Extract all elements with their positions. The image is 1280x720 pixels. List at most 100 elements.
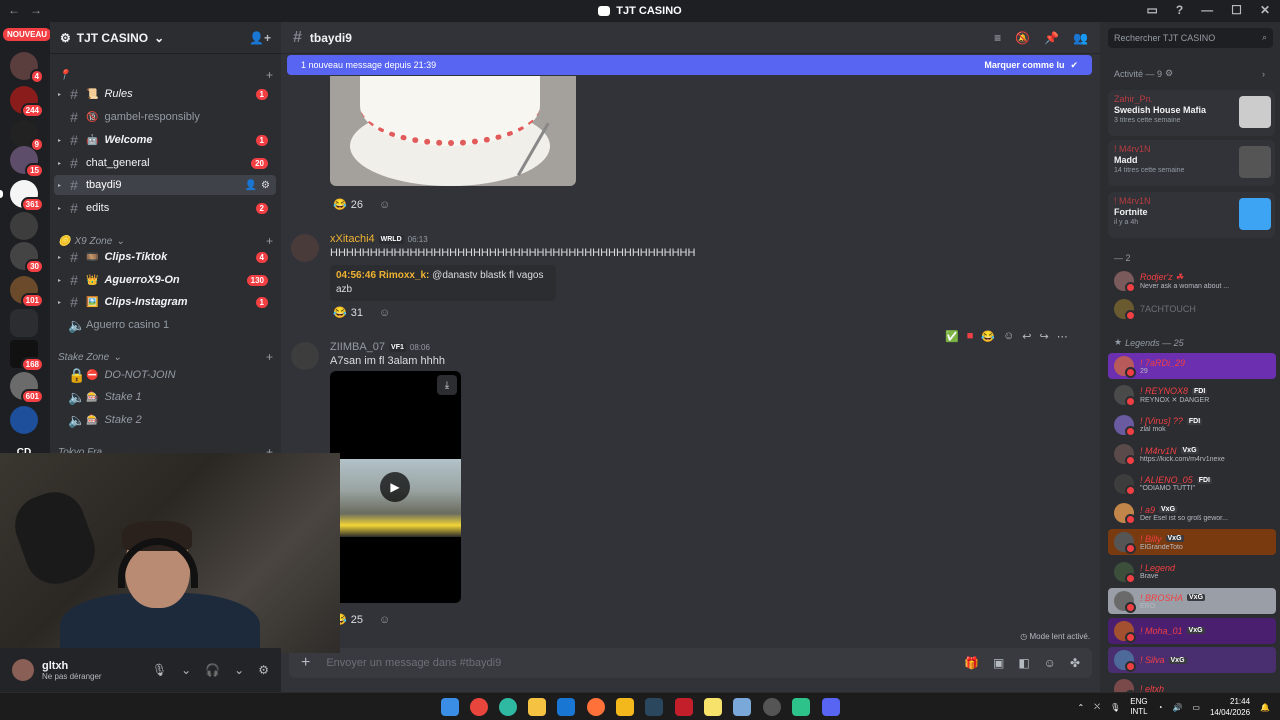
gear-icon[interactable]: ⚙ <box>258 663 269 677</box>
language-indicator[interactable]: ENG INTL <box>1130 697 1147 717</box>
channel-tbaydi9[interactable]: ▸ # tbaydi9 👤 ⚙ <box>54 175 276 195</box>
channel-clips-tiktok[interactable]: ▸ # 🎞️ Clips-Tiktok 4 <box>54 247 276 267</box>
member-list-icon[interactable]: 👥 <box>1073 31 1088 45</box>
member-item[interactable]: ! a9 VxG Der Esel ist so groß gewor... <box>1108 500 1276 526</box>
member-item[interactable]: ! Billy VxG ElGrandeToto <box>1108 529 1276 556</box>
server-icon[interactable]: 244 <box>10 86 44 118</box>
invite-icon[interactable]: 👤+ <box>249 31 271 45</box>
member-item[interactable]: ! BROSHA VxG ERO <box>1108 588 1276 615</box>
volume-icon[interactable]: 🔊 <box>1172 703 1182 712</box>
adobe-icon[interactable] <box>675 698 693 716</box>
member-item[interactable]: ! Silva VxG <box>1108 647 1276 673</box>
attach-icon[interactable]: + <box>301 654 310 672</box>
chevron-down-icon[interactable]: ⌄ <box>234 663 244 677</box>
add-channel-icon[interactable]: + <box>266 68 273 82</box>
add-reaction-icon[interactable]: ☺ <box>379 307 390 319</box>
mark-as-read-button[interactable]: Marquer comme lu <box>984 60 1064 70</box>
server-icon[interactable]: 168 <box>10 340 44 372</box>
chevron-down-icon[interactable]: ⌄ <box>181 663 191 677</box>
headphones-icon[interactable]: 🎧 <box>205 663 220 677</box>
server-icon[interactable]: 30 <box>10 242 44 274</box>
member-item[interactable]: ! ALIENO_05 FDI "ODIAMO TUTTI" <box>1108 471 1276 497</box>
category-stake-zone[interactable]: Stake Zone ⌄ + <box>58 350 273 364</box>
notes-icon[interactable] <box>616 698 634 716</box>
folder-icon[interactable] <box>10 309 38 337</box>
channel-clips-instagram[interactable]: ▸ # 🖼️ Clips-Instagram 1 <box>54 292 276 312</box>
gift-icon[interactable]: 🎁 <box>964 656 979 670</box>
channel-edits[interactable]: ▸ # edits 2 <box>54 198 276 218</box>
voice-channel-aguerro[interactable]: 🔈 Aguerro casino 1 <box>54 315 276 335</box>
reaction[interactable]: 😂 26 ☺ <box>333 198 390 212</box>
category-x9-zone[interactable]: 🪙 X9 Zone ⌄ + <box>58 234 273 248</box>
snipping-tool-icon[interactable] <box>733 698 751 716</box>
apps-icon[interactable]: ✤ <box>1070 656 1080 670</box>
gear-icon[interactable]: ⚙ <box>261 180 270 191</box>
member-item[interactable]: ! REYNOX8 FDI REYNOX ✕ DANGER <box>1108 382 1276 408</box>
play-icon[interactable]: ▶ <box>380 472 410 502</box>
avatar[interactable] <box>291 234 319 262</box>
gif-icon[interactable]: ▣ <box>993 656 1004 670</box>
gear-icon[interactable]: ⚙ <box>1165 68 1173 79</box>
channel-welcome[interactable]: ▸ # 🤖 Welcome 1 <box>54 130 276 150</box>
reaction[interactable]: 😂 31 ☺ <box>333 306 390 320</box>
steam-icon[interactable] <box>645 698 663 716</box>
mic-icon[interactable]: 🎙 <box>1110 703 1120 712</box>
history-nav[interactable]: ←→ <box>8 3 52 17</box>
message-actions[interactable]: ✅ ■ 😂 ☺ ↩ ↪ ⋯ <box>941 328 1072 345</box>
settings-icon[interactable] <box>763 698 781 716</box>
discord-icon[interactable] <box>822 698 840 716</box>
server-icon[interactable]: 9 <box>10 120 44 152</box>
activity-card[interactable]: ! M4rv1N Fortnite il y a 4h <box>1108 192 1275 238</box>
server-icon-active[interactable]: 361 <box>0 180 44 212</box>
threads-icon[interactable]: ≡ <box>994 31 1001 45</box>
attached-image[interactable] <box>330 76 576 186</box>
add-member-icon[interactable]: 👤 <box>245 180 257 191</box>
forward-icon[interactable]: ↪ <box>1040 330 1049 343</box>
channel-chat-general[interactable]: ▸ # chat_general 20 <box>54 153 276 173</box>
avatar[interactable] <box>291 342 319 370</box>
reply-icon[interactable]: ↩ <box>1022 330 1031 343</box>
mute-bell-icon[interactable]: 🔕 <box>1015 31 1030 45</box>
inbox-icon[interactable]: ▭ <box>1146 3 1157 17</box>
chevron-right-icon[interactable]: › <box>1262 69 1265 79</box>
laugh-icon[interactable]: 😂 <box>981 330 995 343</box>
add-channel-icon[interactable]: + <box>266 350 273 364</box>
server-icon[interactable] <box>10 212 38 240</box>
windows-start-icon[interactable] <box>441 698 459 716</box>
avatar[interactable] <box>12 659 34 681</box>
server-icon[interactable]: 101 <box>10 276 44 308</box>
download-icon[interactable]: ⤓ <box>437 375 457 395</box>
app-icon[interactable] <box>792 698 810 716</box>
emoji-icon[interactable]: ☺ <box>1044 656 1056 670</box>
search-input[interactable]: Rechercher TJT CASINO ⌕ <box>1108 28 1273 48</box>
member-item[interactable]: ! eltxh <box>1108 676 1276 692</box>
channel-aguerro[interactable]: ▸ # 👑 AguerroX9-On 130 <box>54 270 276 290</box>
pin-icon[interactable]: 📌 <box>1044 31 1059 45</box>
activity-card[interactable]: ! M4rv1N Madd 14 titres cette semaine <box>1108 140 1275 186</box>
edge-icon[interactable] <box>499 698 517 716</box>
server-icon[interactable]: 15 <box>10 146 44 178</box>
chrome-icon[interactable] <box>470 698 488 716</box>
sticker-icon[interactable]: ◧ <box>1018 656 1029 670</box>
window-controls[interactable]: ▭? — ☐ ✕ <box>1146 3 1270 17</box>
channel-rules[interactable]: ▸ # 📜 Rules 1 <box>54 84 276 104</box>
member-item[interactable]: ! Legend Brave <box>1108 559 1276 585</box>
wifi-icon[interactable]: ◔ <box>1158 703 1163 712</box>
notification-icon[interactable]: 🔔 <box>1260 703 1270 712</box>
voice-channel-stake2[interactable]: 🔈 🎰 Stake 2 <box>54 410 276 430</box>
server-icon[interactable]: 4 <box>10 52 44 84</box>
red-square-icon[interactable]: ■ <box>967 330 974 343</box>
category-header[interactable]: 📍 + <box>58 68 273 82</box>
channel-gambel[interactable]: # 🔞 gambel-responsibly <box>54 107 276 127</box>
member-item[interactable]: Rodjer'z ☘ Never ask a woman about ... <box>1108 268 1276 294</box>
voice-channel-stake1[interactable]: 🔈 🎰 Stake 1 <box>54 387 276 407</box>
more-icon[interactable]: ⋯ <box>1057 330 1068 343</box>
add-reaction-icon[interactable]: ☺ <box>379 614 390 626</box>
server-header[interactable]: ⚙ TJT CASINO ⌄ 👤+ <box>50 22 281 54</box>
mic-icon[interactable]: 🎙 <box>152 663 167 677</box>
chevron-up-icon[interactable]: ⌃ <box>1077 703 1084 712</box>
add-reaction-icon[interactable]: ☺ <box>379 199 390 211</box>
reaction[interactable]: 😂25☺ <box>333 613 390 627</box>
check-icon[interactable]: ✅ <box>945 330 959 343</box>
help-icon[interactable]: ? <box>1176 3 1183 17</box>
